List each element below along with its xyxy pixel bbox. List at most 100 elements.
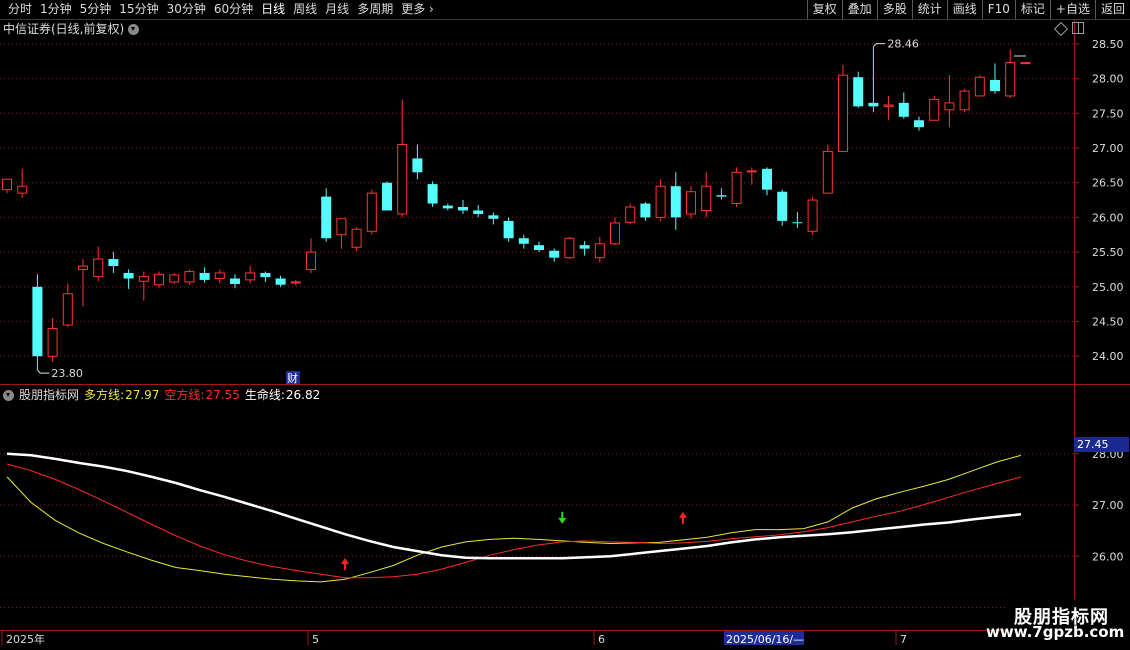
low-marker: [37, 369, 50, 374]
period-tab[interactable]: 多周期: [353, 1, 397, 18]
toolbar-button[interactable]: 叠加: [841, 0, 877, 19]
kong-label: 空方线:: [164, 388, 205, 402]
candle-body: [792, 222, 803, 224]
life-line: [6, 452, 1022, 560]
candle-body: [1020, 62, 1031, 65]
candle-body: [336, 218, 347, 236]
date-label: 6: [598, 633, 605, 646]
cai-label: 财: [287, 371, 298, 385]
stock-title: 中信证券(日线,前复权): [3, 22, 125, 36]
candle-body: [640, 203, 651, 218]
indicator-header: 股朋指标网 多方线: 27.97 空方线: 27.55 生命线: 26.82: [3, 387, 320, 403]
period-tab[interactable]: 1分钟: [36, 1, 76, 18]
candle-body: [944, 102, 955, 111]
candle-body: [914, 120, 924, 128]
candle-body: [351, 228, 362, 248]
candle-body: [473, 210, 484, 214]
price-tick-label: 25.00: [1092, 281, 1124, 294]
life-value: 26.82: [285, 388, 321, 402]
price-tick-label: 25.50: [1092, 246, 1124, 259]
candle-body: [655, 185, 666, 218]
indicator-tick-label: 27.00: [1092, 499, 1124, 512]
candle-body: [534, 245, 544, 251]
candle-body: [518, 238, 529, 244]
candle-body: [458, 207, 468, 211]
candle-body: [397, 144, 408, 215]
indicator-tick-label: 26.00: [1092, 550, 1124, 563]
price-tick-label: 27.00: [1092, 142, 1124, 155]
candle-body: [594, 243, 605, 259]
toolbar-button[interactable]: F10: [981, 0, 1015, 19]
candle-body: [184, 271, 195, 283]
period-tab[interactable]: 60分钟: [210, 1, 257, 18]
chart-title: 中信证券(日线,前复权): [3, 21, 140, 37]
candle-body: [898, 102, 909, 117]
duo-label: 多方线:: [84, 388, 125, 402]
period-tab[interactable]: 15分钟: [115, 1, 162, 18]
candle-body: [47, 327, 58, 357]
sell-arrow: [558, 517, 567, 524]
buy-arrow: [341, 557, 349, 564]
duo-value: 27.97: [125, 388, 160, 402]
price-tick-label: 24.00: [1092, 350, 1124, 363]
low-label: 23.80: [51, 367, 83, 380]
candle-body: [78, 265, 88, 270]
candle-body: [838, 74, 848, 152]
panel-toggle-icon[interactable]: [1072, 22, 1084, 34]
date-label: 7: [900, 633, 907, 646]
period-tab[interactable]: 更多 ›: [397, 1, 438, 18]
chevron-right-icon: ›: [425, 2, 434, 16]
candle-body: [2, 178, 12, 191]
candle-body: [974, 76, 985, 97]
toolbar-button[interactable]: 返回: [1094, 0, 1130, 19]
candle-body: [214, 272, 225, 279]
candle-body: [108, 259, 119, 266]
candle-body: [564, 237, 575, 259]
high-label: 28.46: [887, 38, 919, 51]
period-tab[interactable]: 月线: [321, 1, 353, 18]
life-label: 生命线:: [244, 388, 285, 402]
candle-body: [990, 79, 1000, 92]
candle-body: [579, 245, 590, 249]
current-value-tag: 27.45: [1074, 437, 1129, 452]
candle-body: [366, 192, 377, 232]
period-tab[interactable]: 周线: [289, 1, 321, 18]
toolbar-button[interactable]: 画线: [946, 0, 982, 19]
date-label: 2025/06/16/—: [726, 633, 804, 646]
chevron-down-icon[interactable]: [128, 23, 140, 35]
stock-chart[interactable]: 28.50 28.00 27.50 27.00 26.50 26.00 25.50 25.00…: [0, 0, 1130, 650]
candle-body: [382, 182, 392, 211]
watermark-url: www.7gpzb.com: [986, 623, 1125, 641]
period-tab[interactable]: 5分钟: [76, 1, 116, 18]
period-tab[interactable]: 30分钟: [163, 1, 210, 18]
candle-body: [275, 278, 286, 285]
buy-arrow: [679, 511, 687, 518]
kong-value: 27.55: [205, 388, 240, 402]
candle-body: [123, 272, 134, 279]
toolbar-button[interactable]: +自选: [1049, 0, 1095, 19]
candle-body: [929, 98, 940, 121]
price-tick-label: 26.00: [1092, 211, 1124, 224]
candle-body: [625, 206, 636, 223]
candle-body: [731, 171, 742, 205]
toolbar-button[interactable]: 多股: [876, 0, 912, 19]
candle-body: [959, 90, 970, 111]
toolbar-button[interactable]: 标记: [1014, 0, 1050, 19]
toolbar-button[interactable]: 统计: [911, 0, 947, 19]
kong-line: [6, 463, 1022, 579]
period-tab[interactable]: 日线: [257, 1, 289, 18]
candle-body: [807, 199, 818, 232]
candle-body: [427, 184, 438, 204]
candle-body: [883, 104, 894, 107]
chevron-down-icon[interactable]: [3, 389, 14, 401]
period-tab[interactable]: 分时: [4, 1, 36, 18]
candle-body: [230, 278, 240, 285]
candle-body: [62, 293, 73, 326]
candle-body: [1005, 62, 1016, 97]
toolbar-button[interactable]: 复权: [806, 0, 842, 19]
candle-body: [822, 150, 833, 194]
candle-body: [32, 286, 43, 357]
price-tick-label: 26.50: [1092, 177, 1124, 190]
diamond-icon[interactable]: [1053, 21, 1069, 37]
indicator-name: 股朋指标网: [19, 388, 80, 402]
